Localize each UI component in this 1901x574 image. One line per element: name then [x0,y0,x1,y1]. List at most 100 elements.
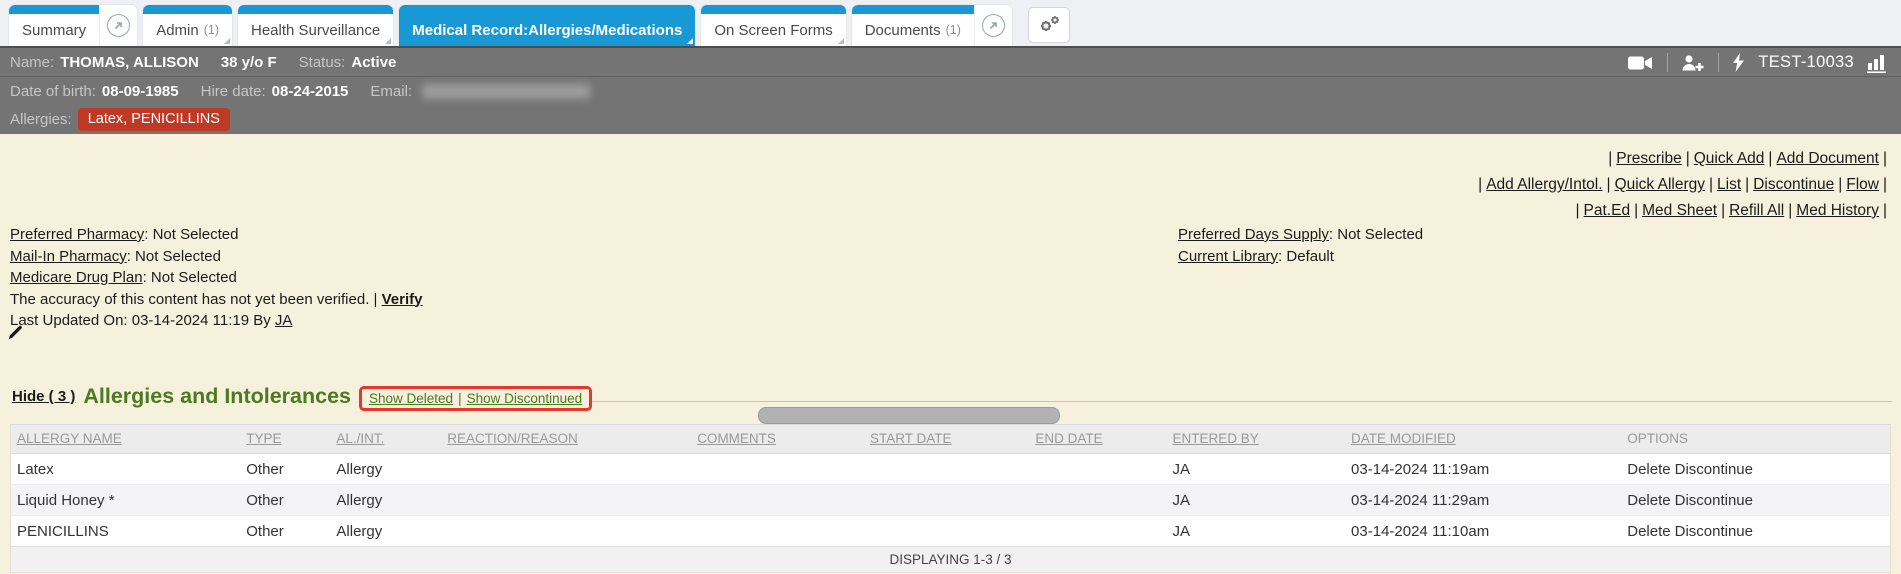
medication-action-links: |Prescribe|Quick Add|Add Document| |Add … [1474,146,1891,224]
pharmacy-info-block: Preferred Pharmacy: Not Selected Mail-In… [10,224,423,332]
chart-icon[interactable] [1867,53,1887,73]
accuracy-row: The accuracy of this content has not yet… [10,289,423,311]
allergies-table: ALLERGY NAME TYPE AL./INT. REACTION/REAS… [10,424,1891,573]
add-document-link[interactable]: Add Document [1776,150,1879,167]
separator: | [1607,176,1611,193]
header-reaction-reason[interactable]: REACTION/REASON [441,425,691,454]
separator: | [1768,150,1772,167]
cell-comments [691,516,864,547]
tab-popout-button[interactable] [99,5,137,46]
separator: | [1686,150,1690,167]
header-type[interactable]: TYPE [240,425,330,454]
days-supply-link[interactable]: Preferred Days Supply [1178,226,1329,243]
med-history-link[interactable]: Med History [1796,202,1879,219]
accuracy-text: The accuracy of this content has not yet… [10,291,369,308]
current-library-link[interactable]: Current Library [1178,248,1278,265]
show-discontinued-link[interactable]: Show Discontinued [467,391,583,406]
lightning-icon[interactable] [1732,53,1745,72]
updated-by-link[interactable]: JA [275,312,293,329]
separator: | [1883,176,1887,193]
flow-link[interactable]: Flow [1846,176,1879,193]
last-updated-row: Last Updated On: 03-14-2024 11:19 By JA [10,310,423,332]
table-row: Liquid Honey * Other Allergy JA 03-14-20… [11,485,1890,516]
separator: | [458,391,462,406]
colon: : [144,226,148,243]
header-allergy-name[interactable]: ALLERGY NAME [11,425,240,454]
discontinue-action[interactable]: Discontinue [1675,523,1753,540]
show-deleted-link[interactable]: Show Deleted [369,391,453,406]
list-link[interactable]: List [1717,176,1741,193]
separator: | [1721,202,1725,219]
colon: : [143,269,147,286]
header-entered-by[interactable]: ENTERED BY [1167,425,1346,454]
separator: | [374,291,378,308]
refill-all-link[interactable]: Refill All [1729,202,1784,219]
hide-count-link[interactable]: Hide ( 3 ) [12,388,75,405]
cell-end-date [1029,516,1166,547]
cell-end-date [1029,485,1166,516]
add-person-icon[interactable] [1681,54,1705,72]
table-footer-row: DISPLAYING 1-3 / 3 [11,547,1890,573]
cell-reaction [441,516,691,547]
tab-health-surveillance[interactable]: Health Surveillance [238,5,393,46]
header-date-modified[interactable]: DATE MODIFIED [1345,425,1621,454]
header-al-int[interactable]: AL./INT. [330,425,441,454]
discontinue-link[interactable]: Discontinue [1753,176,1834,193]
allergies-label: Allergies: [10,111,72,128]
tab-accent-bar [852,5,974,14]
delete-action[interactable]: Delete [1627,492,1670,509]
section-title: Allergies and Intolerances [83,384,351,409]
tab-accent-bar [9,5,99,14]
separator: | [1634,202,1638,219]
separator: | [1709,176,1713,193]
app-window: Summary Admin(1) Health Surveillance Med… [0,0,1901,574]
medicare-plan-link[interactable]: Medicare Drug Plan [10,269,143,286]
cell-start-date [864,516,1029,547]
separator: | [1883,150,1887,167]
separator: | [1745,176,1749,193]
tab-admin[interactable]: Admin(1) [143,5,232,46]
add-allergy-intol-link[interactable]: Add Allergy/Intol. [1486,176,1602,193]
allergies-badge: Latex, PENICILLINS [78,108,230,131]
tab-bar: Summary Admin(1) Health Surveillance Med… [0,0,1901,46]
tab-summary[interactable]: Summary [9,5,137,46]
header-comments[interactable]: COMMENTS [691,425,864,454]
tab-label: Summary [22,22,86,39]
tab-on-screen-forms[interactable]: On Screen Forms [701,5,845,46]
header-end-date[interactable]: END DATE [1029,425,1166,454]
delete-action[interactable]: Delete [1627,461,1670,478]
preferred-pharmacy-link[interactable]: Preferred Pharmacy [10,226,144,243]
mailin-pharmacy-link[interactable]: Mail-In Pharmacy [10,248,127,265]
discontinue-action[interactable]: Discontinue [1675,492,1753,509]
cell-allergy-name: Latex [11,454,240,485]
settings-button[interactable] [1028,7,1070,43]
verify-link[interactable]: Verify [382,291,423,308]
prescribe-link[interactable]: Prescribe [1616,150,1681,167]
patient-identity-row: Name: THOMAS, ALLISON 38 y/o F Status: A… [0,48,1901,77]
quick-add-link[interactable]: Quick Add [1694,150,1765,167]
days-supply-row: Preferred Days Supply: Not Selected [1178,224,1423,246]
cell-options: Delete Discontinue [1621,454,1890,485]
preferred-pharmacy-row: Preferred Pharmacy: Not Selected [10,224,423,246]
quick-allergy-link[interactable]: Quick Allergy [1615,176,1705,193]
pat-ed-link[interactable]: Pat.Ed [1584,202,1631,219]
header-icon-group: TEST-10033 [1628,48,1887,77]
cell-entered-by: JA [1167,454,1346,485]
tab-documents[interactable]: Documents(1) [852,5,1012,46]
header-start-date[interactable]: START DATE [864,425,1029,454]
cell-allergy-name: PENICILLINS [11,516,240,547]
delete-action[interactable]: Delete [1627,523,1670,540]
table-header-row: ALLERGY NAME TYPE AL./INT. REACTION/REAS… [11,425,1890,454]
action-links-row-3: |Pat.Ed|Med Sheet|Refill All|Med History… [1474,198,1891,224]
separator: | [1608,150,1612,167]
discontinue-action[interactable]: Discontinue [1675,461,1753,478]
main-content: |Prescribe|Quick Add|Add Document| |Add … [0,134,1901,574]
video-call-icon[interactable] [1628,55,1654,71]
section-divider-line [592,401,1892,402]
tab-popout-button[interactable] [974,5,1012,46]
edit-pencil-icon[interactable] [7,324,24,341]
med-sheet-link[interactable]: Med Sheet [1642,202,1717,219]
tab-medical-record-allergies-medications[interactable]: Medical Record:Allergies/Medications [399,5,695,46]
current-library-value: Default [1286,248,1334,265]
separator: | [1883,202,1887,219]
